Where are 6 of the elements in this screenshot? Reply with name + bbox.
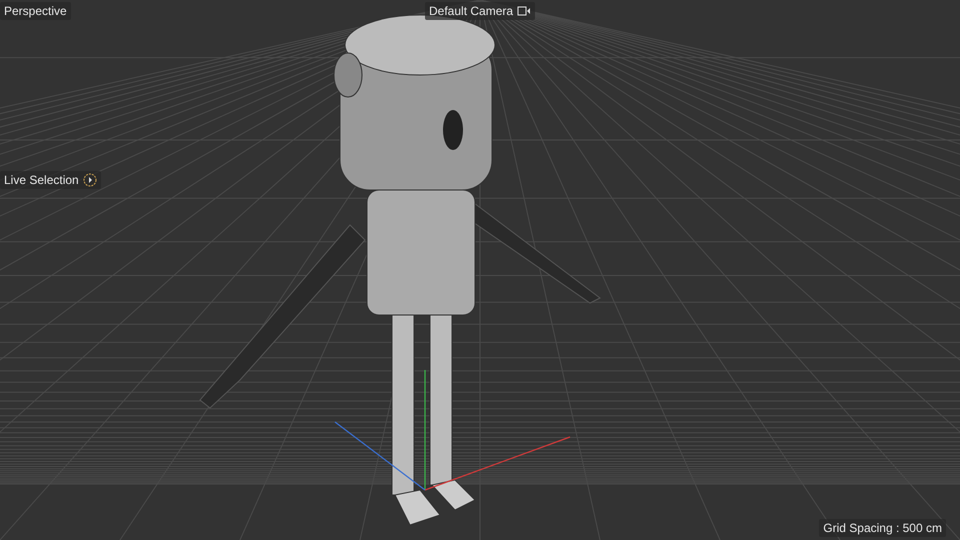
camera-icon: [517, 6, 532, 16]
cursor-circle-icon: [82, 173, 97, 187]
projection-label[interactable]: Perspective: [0, 2, 71, 20]
grid-spacing-label: Grid Spacing : 500 cm: [819, 519, 946, 537]
camera-label[interactable]: Default Camera: [425, 2, 536, 20]
tool-label[interactable]: Live Selection: [0, 171, 101, 189]
